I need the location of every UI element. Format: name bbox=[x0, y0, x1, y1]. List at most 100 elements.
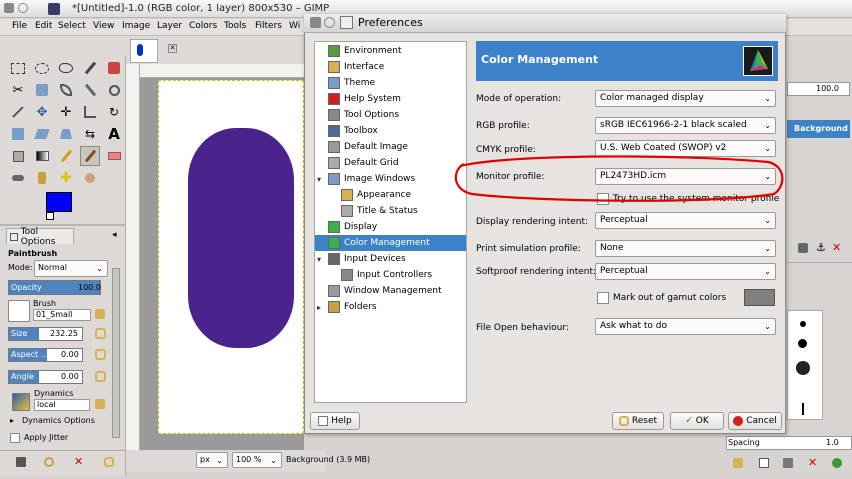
raise-layer-icon[interactable] bbox=[798, 243, 808, 253]
new-brush-icon[interactable] bbox=[759, 458, 769, 468]
dynamics-options-expander[interactable]: Dynamics Options bbox=[22, 416, 95, 425]
default-colors-icon[interactable] bbox=[46, 212, 54, 220]
menu-file[interactable]: File bbox=[12, 21, 27, 31]
crop-tool-icon[interactable] bbox=[80, 102, 100, 122]
heal-tool-icon[interactable]: ✚ bbox=[56, 168, 76, 188]
cancel-button[interactable]: Cancel bbox=[728, 412, 782, 430]
tree-item-default-grid[interactable]: Default Grid bbox=[328, 155, 399, 171]
move-tool-icon[interactable]: ✥ bbox=[32, 102, 52, 122]
tree-item-toolbox[interactable]: Toolbox bbox=[328, 123, 378, 139]
zoom-tool-icon[interactable] bbox=[104, 80, 124, 100]
menu-windows[interactable]: Wi bbox=[289, 21, 300, 31]
flip-tool-icon[interactable]: ⇆ bbox=[80, 124, 100, 144]
refresh-brushes-icon[interactable] bbox=[832, 458, 842, 468]
display-intent-select[interactable]: Perceptual ⌄ bbox=[595, 212, 776, 229]
delete-layer-icon[interactable]: ✕ bbox=[832, 241, 841, 254]
tool-options-scrollbar[interactable] bbox=[112, 268, 120, 438]
brush-name-field[interactable]: 01_Small bbox=[33, 309, 91, 321]
expanded-arrow-icon[interactable]: ▾ bbox=[317, 255, 321, 264]
dynamics-preview-icon[interactable] bbox=[12, 393, 30, 411]
edit-brush-icon[interactable] bbox=[95, 309, 105, 319]
mode-select[interactable]: Normal ⌄ bbox=[34, 260, 108, 277]
pin-icon[interactable] bbox=[18, 3, 28, 13]
tree-item-window-management[interactable]: Window Management bbox=[328, 283, 442, 299]
window-menu-icon[interactable] bbox=[4, 3, 14, 13]
ellipse-select-tool-icon[interactable] bbox=[32, 58, 52, 78]
tab-tool-options[interactable]: Tool Options bbox=[6, 227, 74, 247]
tree-item-input-controllers[interactable]: Input Controllers bbox=[341, 267, 432, 283]
tree-item-tool-options[interactable]: Tool Options bbox=[328, 107, 399, 123]
brush-preview[interactable] bbox=[8, 300, 30, 322]
duplicate-brush-icon[interactable] bbox=[783, 458, 793, 468]
text-tool-icon[interactable]: A bbox=[104, 124, 124, 144]
tree-item-default-image[interactable]: Default Image bbox=[328, 139, 408, 155]
tree-item-color-management[interactable]: Color Management bbox=[315, 235, 466, 251]
tree-item-help-system[interactable]: Help System bbox=[328, 91, 401, 107]
shear-tool-icon[interactable] bbox=[32, 124, 52, 144]
reset-button[interactable]: Reset bbox=[612, 412, 664, 430]
menu-layer[interactable]: Layer bbox=[157, 21, 182, 31]
airbrush-tool-icon[interactable] bbox=[8, 168, 28, 188]
menu-view[interactable]: View bbox=[93, 21, 114, 31]
blend-tool-icon[interactable] bbox=[32, 146, 52, 166]
gamut-checkbox[interactable] bbox=[597, 292, 609, 304]
ok-button[interactable]: ✓ OK bbox=[670, 412, 724, 430]
reset-size-icon[interactable] bbox=[95, 328, 106, 339]
dialog-menu-icon[interactable] bbox=[310, 17, 321, 28]
delete-brush-icon[interactable]: ✕ bbox=[808, 456, 817, 469]
save-options-icon[interactable] bbox=[16, 457, 26, 467]
color-picker-tool-icon[interactable] bbox=[80, 80, 100, 100]
tree-item-folders[interactable]: ▸ Folders bbox=[317, 299, 377, 315]
menu-colors[interactable]: Colors bbox=[189, 21, 217, 31]
apply-jitter-checkbox[interactable] bbox=[10, 433, 20, 443]
file-open-behaviour-select[interactable]: Ask what to do ⌄ bbox=[595, 318, 776, 335]
menu-select[interactable]: Select bbox=[58, 21, 86, 31]
tree-item-image-windows[interactable]: ▾ Image Windows bbox=[317, 171, 415, 187]
tree-item-input-devices[interactable]: ▾ Input Devices bbox=[317, 251, 406, 267]
menu-image[interactable]: Image bbox=[122, 21, 150, 31]
expanded-arrow-icon[interactable]: ▾ bbox=[317, 175, 321, 184]
menu-filters[interactable]: Filters bbox=[255, 21, 282, 31]
brushes-grid[interactable] bbox=[787, 310, 823, 420]
fuzzy-select-tool-icon[interactable] bbox=[80, 58, 100, 78]
ink-tool-icon[interactable] bbox=[32, 168, 52, 188]
collapsed-arrow-icon[interactable]: ▸ bbox=[317, 303, 321, 312]
tree-item-environment[interactable]: Environment bbox=[328, 43, 401, 59]
anchor-layer-icon[interactable]: ⚓ bbox=[816, 241, 826, 254]
eraser-tool-icon[interactable] bbox=[104, 146, 124, 166]
pencil-tool-icon[interactable] bbox=[56, 146, 76, 166]
paintbrush-tool-icon[interactable] bbox=[80, 146, 100, 166]
align-tool-icon[interactable]: ✛ bbox=[56, 102, 76, 122]
help-button[interactable]: Help bbox=[310, 412, 360, 430]
lasso-tool-icon[interactable] bbox=[56, 58, 76, 78]
perspective-tool-icon[interactable] bbox=[56, 124, 76, 144]
menu-tools[interactable]: Tools bbox=[224, 21, 246, 31]
reset-angle-icon[interactable] bbox=[95, 371, 106, 382]
smudge-tool-icon[interactable] bbox=[80, 168, 100, 188]
reset-aspect-icon[interactable] bbox=[95, 349, 106, 360]
scale-tool-icon[interactable] bbox=[8, 124, 28, 144]
tree-item-appearance[interactable]: Appearance bbox=[341, 187, 411, 203]
reset-options-icon[interactable] bbox=[104, 457, 114, 467]
rgb-profile-select[interactable]: sRGB IEC61966-2-1 black scaled ⌄ bbox=[595, 117, 776, 134]
tree-item-display[interactable]: Display bbox=[328, 219, 377, 235]
foreground-color-swatch[interactable] bbox=[46, 192, 72, 212]
edit-dynamics-icon[interactable] bbox=[95, 399, 105, 409]
foreground-select-tool-icon[interactable] bbox=[32, 80, 52, 100]
close-tab-icon[interactable]: ✕ bbox=[168, 44, 177, 53]
paths-tool-icon[interactable] bbox=[56, 80, 76, 100]
bucket-fill-tool-icon[interactable] bbox=[8, 146, 28, 166]
edit-brush-dock-icon[interactable] bbox=[733, 458, 743, 468]
tree-item-theme[interactable]: Theme bbox=[328, 75, 375, 91]
rotate-tool-icon[interactable]: ↻ bbox=[104, 102, 124, 122]
tree-item-interface[interactable]: Interface bbox=[328, 59, 384, 75]
rect-select-tool-icon[interactable] bbox=[8, 58, 28, 78]
tool-options-menu-icon[interactable]: ◂ bbox=[112, 230, 122, 240]
color-select-tool-icon[interactable] bbox=[104, 58, 124, 78]
dynamics-name-field[interactable]: local bbox=[34, 399, 90, 411]
mode-of-operation-select[interactable]: Color managed display ⌄ bbox=[595, 90, 776, 107]
print-simulation-select[interactable]: None ⌄ bbox=[595, 240, 776, 257]
zoom-select[interactable]: 100 % ⌄ bbox=[232, 452, 282, 468]
menu-edit[interactable]: Edit bbox=[35, 21, 52, 31]
tree-item-title-status[interactable]: Title & Status bbox=[341, 203, 418, 219]
